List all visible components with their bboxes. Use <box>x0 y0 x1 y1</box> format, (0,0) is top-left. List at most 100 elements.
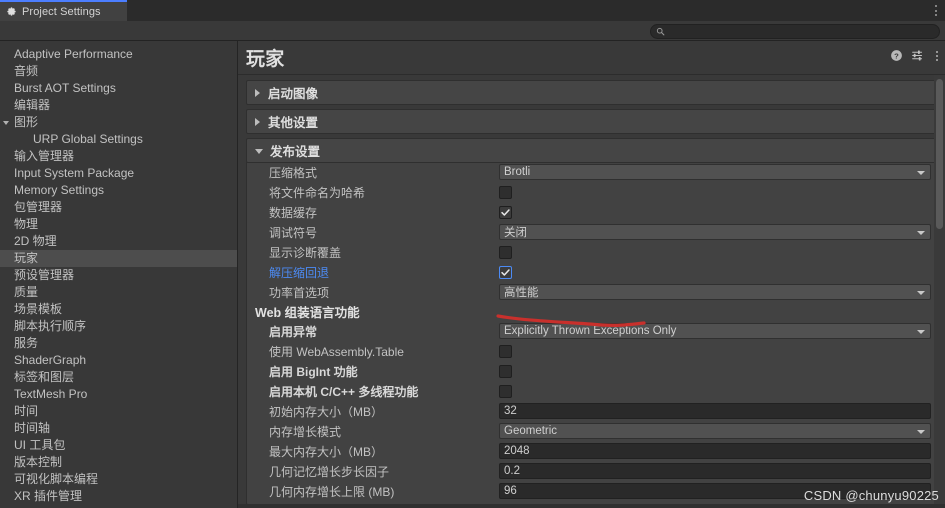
sidebar-item-19[interactable]: 标签和图层 <box>0 369 237 386</box>
help-icon[interactable]: ? <box>890 49 903 62</box>
dropdown-field[interactable]: Geometric <box>499 423 931 439</box>
settings-row-label: 启用 BigInt 功能 <box>269 364 358 379</box>
settings-row: 将文件命名为哈希 <box>247 182 936 202</box>
publishing-settings-section: 压缩格式 Brotli 将文件命名为哈希 数据缓存 调试符号 关闭 显示诊断覆盖 解压缩回退功… <box>246 162 937 505</box>
chevron-down-icon[interactable] <box>255 149 263 154</box>
settings-row-label: 内存增长模式 <box>269 424 342 439</box>
sidebar-item-1[interactable]: 音频 <box>0 63 237 80</box>
sidebar-item-13[interactable]: 预设管理器 <box>0 267 237 284</box>
settings-row-label: 使用 WebAssembly.Table <box>269 344 404 359</box>
text-field[interactable]: 0.2 <box>499 463 931 479</box>
field-value: 0.2 <box>504 465 520 477</box>
settings-row-label: 调试符号 <box>269 225 318 240</box>
chevron-down-icon[interactable] <box>917 291 925 295</box>
preset-icon[interactable] <box>911 49 924 62</box>
scrollbar-thumb[interactable] <box>936 79 943 229</box>
panel-header-icons: ? <box>890 49 941 62</box>
sidebar-item-8[interactable]: Memory Settings <box>0 182 237 199</box>
field-value: Explicitly Thrown Exceptions Only <box>504 325 677 337</box>
foldout-header[interactable]: 发布设置 <box>246 138 937 163</box>
chevron-down-icon[interactable] <box>3 121 9 128</box>
sidebar-item-0[interactable]: Adaptive Performance <box>0 46 237 63</box>
sidebar-item-6[interactable]: 输入管理器 <box>0 148 237 165</box>
checkbox[interactable] <box>499 364 512 378</box>
sidebar-item-5[interactable]: URP Global Settings <box>0 131 237 148</box>
sidebar-item-label: TextMesh Pro <box>14 387 88 401</box>
settings-row: 数据缓存 <box>247 202 936 222</box>
chevron-down-icon[interactable] <box>917 430 925 434</box>
sidebar-item-label: Memory Settings <box>14 183 105 197</box>
checkbox[interactable] <box>499 185 512 199</box>
sidebar-item-label: UI 工具包 <box>14 438 66 452</box>
sidebar-item-18[interactable]: ShaderGraph <box>0 352 237 369</box>
foldout-header[interactable]: 启动图像 <box>246 80 937 105</box>
settings-row: 调试符号 关闭 <box>247 222 936 242</box>
chevron-down-icon[interactable] <box>917 171 925 175</box>
settings-row: 初始内存大小（MB） 32 <box>247 401 936 421</box>
settings-category-sidebar[interactable]: Adaptive Performance 音频 Burst AOT Settings… <box>0 41 238 508</box>
sidebar-item-16[interactable]: 脚本执行顺序 <box>0 318 237 335</box>
wasm-group-header: Web 组装语言功能 <box>255 306 360 320</box>
text-field[interactable]: 32 <box>499 403 931 419</box>
settings-row-label: 显示诊断覆盖 <box>269 245 342 260</box>
checkbox[interactable] <box>499 384 512 398</box>
sidebar-item-17[interactable]: 服务 <box>0 335 237 352</box>
dropdown-field[interactable]: Brotli <box>499 164 931 180</box>
sidebar-item-25[interactable]: 可视化脚本编程 <box>0 471 237 488</box>
sidebar-item-23[interactable]: UI 工具包 <box>0 437 237 454</box>
search-box[interactable] <box>650 24 940 39</box>
vertical-scrollbar[interactable] <box>934 75 945 508</box>
chevron-down-icon[interactable] <box>917 330 925 334</box>
sidebar-item-24[interactable]: 版本控制 <box>0 454 237 471</box>
settings-row: 启用异常 Explicitly Thrown Exceptions Only <box>247 321 936 341</box>
settings-row-label: 将文件命名为哈希 <box>269 185 366 200</box>
search-input[interactable] <box>665 26 939 37</box>
sidebar-item-12[interactable]: 玩家 <box>0 250 237 267</box>
sidebar-item-label: Input System Package <box>14 166 135 180</box>
sidebar-item-label: Adaptive Performance <box>14 47 133 61</box>
sidebar-item-7[interactable]: Input System Package <box>0 165 237 182</box>
sidebar-item-3[interactable]: 编辑器 <box>0 97 237 114</box>
foldout-label: 发布设置 <box>270 145 321 159</box>
checkbox[interactable] <box>499 265 512 279</box>
foldout-label: 启动图像 <box>268 87 319 101</box>
sidebar-item-26[interactable]: XR 插件管理 <box>0 488 237 505</box>
text-field[interactable]: 2048 <box>499 443 931 459</box>
checkbox[interactable] <box>499 205 512 219</box>
checkbox[interactable] <box>499 344 512 358</box>
check-icon <box>501 268 510 276</box>
sidebar-item-20[interactable]: TextMesh Pro <box>0 386 237 403</box>
more-options-icon[interactable] <box>932 50 941 62</box>
panel-header: 玩家 ? <box>238 41 945 75</box>
sidebar-item-label: 物理 <box>14 217 39 231</box>
dropdown-field[interactable]: Explicitly Thrown Exceptions Only <box>499 323 931 339</box>
sidebar-item-label: 包管理器 <box>14 200 63 214</box>
foldout-header[interactable]: 其他设置 <box>246 109 937 134</box>
sidebar-item-4[interactable]: 图形 <box>0 114 237 131</box>
check-icon <box>501 208 510 216</box>
window-overflow-menu-icon[interactable] <box>931 4 941 17</box>
search-icon <box>656 27 665 36</box>
sidebar-item-21[interactable]: 时间 <box>0 403 237 420</box>
sidebar-item-11[interactable]: 2D 物理 <box>0 233 237 250</box>
chevron-right-icon[interactable] <box>255 88 260 97</box>
sidebar-item-2[interactable]: Burst AOT Settings <box>0 80 237 97</box>
tab-project-settings[interactable]: Project Settings <box>0 0 127 21</box>
chevron-right-icon[interactable] <box>255 117 260 126</box>
window-body: Adaptive Performance 音频 Burst AOT Settings… <box>0 41 945 508</box>
sidebar-item-14[interactable]: 质量 <box>0 284 237 301</box>
sidebar-item-10[interactable]: 物理 <box>0 216 237 233</box>
page-title: 玩家 <box>246 49 285 70</box>
sidebar-item-22[interactable]: 时间轴 <box>0 420 237 437</box>
checkbox[interactable] <box>499 245 512 259</box>
sidebar-item-15[interactable]: 场景模板 <box>0 301 237 318</box>
settings-row: 启用 BigInt 功能 <box>247 361 936 381</box>
foldout-label: 其他设置 <box>268 116 319 130</box>
chevron-down-icon[interactable] <box>917 231 925 235</box>
dropdown-field[interactable]: 高性能 <box>499 284 931 300</box>
sidebar-item-9[interactable]: 包管理器 <box>0 199 237 216</box>
dropdown-field[interactable]: 关闭 <box>499 224 931 240</box>
field-value: Geometric <box>504 425 558 437</box>
settings-row: 显示诊断覆盖 <box>247 242 936 262</box>
sidebar-item-label: 可视化脚本编程 <box>14 472 99 486</box>
